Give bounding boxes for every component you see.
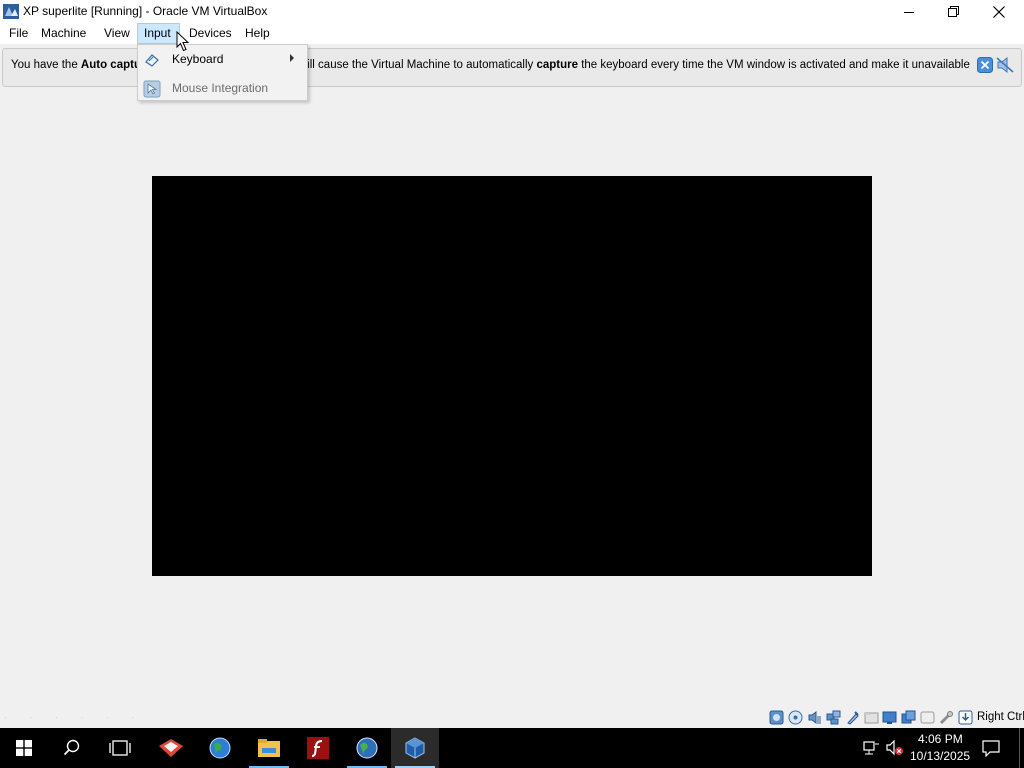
clock-date[interactable]: 10/13/2025 xyxy=(910,749,970,763)
virtualbox-app-icon xyxy=(3,4,19,19)
title-bar: XP superlite [Running] - Oracle VM Virtu… xyxy=(0,0,1024,23)
minimize-button[interactable] xyxy=(886,0,932,23)
flash-icon xyxy=(307,737,329,759)
cpu-icon[interactable] xyxy=(939,710,954,725)
close-icon xyxy=(993,5,1005,18)
capture-icon[interactable] xyxy=(920,710,935,725)
optical-drive-icon[interactable] xyxy=(788,710,803,725)
menu-machine[interactable]: Machine xyxy=(38,23,89,44)
action-center-icon[interactable] xyxy=(982,740,1000,757)
resize-grip-dots: · · · · · · xyxy=(4,712,145,722)
window-title: XP superlite [Running] - Oracle VM Virtu… xyxy=(23,4,268,18)
mouse-integration-label: Mouse Integration xyxy=(172,81,269,95)
virtualbox-icon xyxy=(405,737,425,759)
usb-icon[interactable] xyxy=(845,710,860,725)
hard-disk-icon[interactable] xyxy=(769,710,784,725)
host-key-label[interactable]: Right Ctrl xyxy=(977,711,1024,723)
mouse-cursor-icon xyxy=(176,31,190,52)
audio-icon[interactable] xyxy=(807,710,822,725)
file-explorer-icon xyxy=(258,739,280,757)
clock-time[interactable]: 4:06 PM xyxy=(918,732,963,746)
restore-icon xyxy=(947,6,959,17)
notice-mute-icon[interactable] xyxy=(996,57,1014,73)
browser-globe-icon xyxy=(209,737,231,759)
minimize-icon xyxy=(904,11,914,13)
vm-status-bar: · · · · · · Right Ctrl xyxy=(0,706,1024,728)
foxit-reader-icon xyxy=(159,739,183,757)
taskbar-app-file-explorer[interactable] xyxy=(245,728,293,768)
keyboard-icon xyxy=(145,54,159,67)
tray-volume-muted-icon[interactable] xyxy=(886,740,904,756)
start-button[interactable] xyxy=(0,728,48,768)
notice-bold-auto-capture: Auto captu xyxy=(80,59,141,71)
notice-middle: his will cause the Virtual Machine to au… xyxy=(280,59,537,71)
keyboard-label: Keyboard xyxy=(172,52,224,66)
shared-folders-icon[interactable] xyxy=(864,710,879,725)
menu-devices[interactable]: Devices xyxy=(186,23,235,44)
input-menu-dropdown: Keyboard Mouse Integration xyxy=(137,44,308,101)
menu-item-keyboard[interactable]: Keyboard xyxy=(139,46,306,73)
menu-bar: File Machine View Input Devices Help xyxy=(0,23,1024,44)
restore-button[interactable] xyxy=(930,0,976,23)
show-desktop-button[interactable] xyxy=(1019,728,1020,768)
network-icon[interactable] xyxy=(826,710,841,725)
notice-prefix: You have the xyxy=(11,59,81,71)
vm-display[interactable] xyxy=(152,176,872,576)
menu-item-mouse-integration[interactable]: Mouse Integration xyxy=(139,75,306,102)
chrome-like-icon xyxy=(356,737,378,759)
menu-input[interactable]: Input xyxy=(137,23,180,44)
taskbar-app-flash[interactable] xyxy=(294,728,342,768)
search-button[interactable] xyxy=(48,728,96,768)
taskbar-app-browser[interactable] xyxy=(196,728,244,768)
mouse-integration-icon xyxy=(143,80,161,98)
task-view-icon xyxy=(109,740,131,756)
close-button[interactable] xyxy=(976,0,1022,23)
taskbar-app-pdf-reader[interactable] xyxy=(147,728,195,768)
menu-file[interactable]: File xyxy=(6,23,31,44)
windows-logo-icon xyxy=(16,740,32,756)
menu-view[interactable]: View xyxy=(101,23,133,44)
submenu-arrow-icon xyxy=(290,54,294,62)
task-view-button[interactable] xyxy=(96,728,144,768)
menu-help[interactable]: Help xyxy=(242,23,273,44)
recording-icon[interactable] xyxy=(901,710,916,725)
tray-network-icon[interactable] xyxy=(862,740,880,756)
taskbar-app-browser-2[interactable] xyxy=(343,728,391,768)
windows-taskbar: 4:06 PM 10/13/2025 xyxy=(0,728,1024,768)
notice-close-icon[interactable] xyxy=(977,57,993,73)
mouse-integration-status-icon[interactable] xyxy=(958,710,973,725)
display-icon[interactable] xyxy=(882,710,897,725)
notice-bold-capture: capture xyxy=(536,59,578,71)
taskbar-app-virtualbox[interactable] xyxy=(391,728,439,768)
search-icon xyxy=(63,739,80,756)
notice-suffix: the keyboard every time the VM window is… xyxy=(578,59,971,71)
